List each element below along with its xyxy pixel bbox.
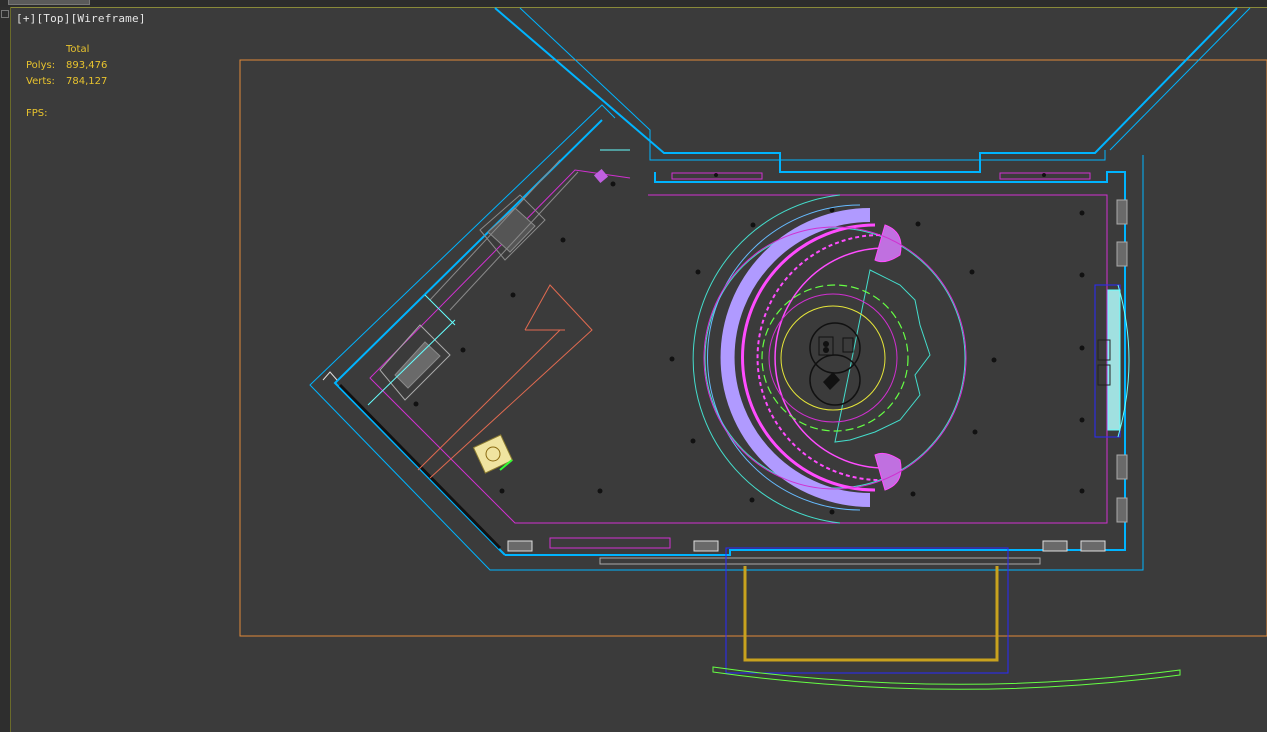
green-arc xyxy=(712,666,1181,690)
entrance-zone xyxy=(725,547,1009,674)
right-wall-fixtures[interactable] xyxy=(1094,199,1130,523)
circular-lounge[interactable] xyxy=(692,194,967,524)
gold-frame[interactable] xyxy=(743,566,999,662)
scene-wireframe[interactable] xyxy=(0,0,1267,732)
fixture-small xyxy=(593,168,609,184)
plant-icon[interactable] xyxy=(472,434,514,474)
walls[interactable] xyxy=(309,7,1251,571)
dark-wall xyxy=(338,383,502,550)
bottom-bench xyxy=(599,557,1041,565)
bottom-shelf xyxy=(549,537,671,549)
room-outline xyxy=(369,169,1108,524)
viewport-top-wireframe[interactable]: [+][Top][Wireframe] Total Polys: 893,476 … xyxy=(0,0,1267,732)
top-wall-fixtures xyxy=(671,172,1091,180)
glass-partition xyxy=(367,149,630,406)
corner-marker xyxy=(322,371,338,381)
